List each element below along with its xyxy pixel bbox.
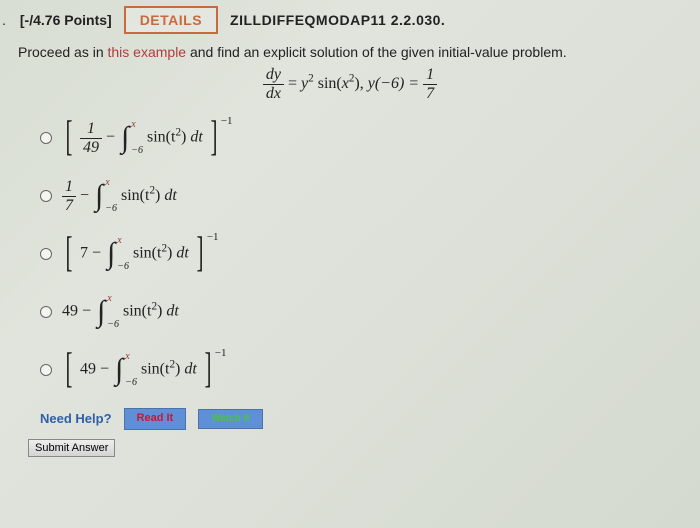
question-id: ZILLDIFFEQMODAP11 2.2.030. bbox=[230, 12, 445, 28]
problem-prompt: Proceed as in this example and find an e… bbox=[0, 40, 700, 62]
submit-answer-button[interactable]: Submit Answer bbox=[28, 439, 115, 457]
radio-icon[interactable] bbox=[40, 132, 52, 144]
option-5[interactable]: [ 49 − ∫x−6 sin(t2) dt ]−1 bbox=[40, 342, 700, 398]
ode-equation: dy dx = y2 sin(x2), y(−6) = 1 7 bbox=[0, 62, 700, 108]
radio-icon[interactable] bbox=[40, 248, 52, 260]
radio-icon[interactable] bbox=[40, 306, 52, 318]
prompt-before: Proceed as in bbox=[18, 44, 108, 60]
option-3[interactable]: [ 7 − ∫x−6 sin(t2) dt ]−1 bbox=[40, 226, 700, 282]
list-bullet: . bbox=[2, 12, 6, 28]
help-row: Need Help? Read It Watch It bbox=[0, 408, 700, 429]
question-header: . [-/4.76 Points] DETAILS ZILLDIFFEQMODA… bbox=[0, 0, 700, 40]
radio-icon[interactable] bbox=[40, 190, 52, 202]
watch-it-button[interactable]: Watch It bbox=[198, 409, 263, 429]
points-label: [-/4.76 Points] bbox=[20, 12, 112, 28]
read-it-button[interactable]: Read It bbox=[124, 408, 187, 429]
option-4[interactable]: 49 − ∫x−6 sin(t2) dt bbox=[40, 284, 700, 340]
option-2[interactable]: 17 − ∫x−6 sin(t2) dt bbox=[40, 168, 700, 224]
radio-icon[interactable] bbox=[40, 364, 52, 376]
prompt-after: and find an explicit solution of the giv… bbox=[186, 44, 567, 60]
answer-options: [ 149 − ∫x−6 sin(t2) dt ]−1 17 − ∫x−6 si… bbox=[0, 110, 700, 398]
details-button[interactable]: DETAILS bbox=[124, 6, 218, 34]
need-help-label: Need Help? bbox=[40, 411, 112, 426]
example-link[interactable]: this example bbox=[108, 44, 187, 60]
option-1[interactable]: [ 149 − ∫x−6 sin(t2) dt ]−1 bbox=[40, 110, 700, 166]
